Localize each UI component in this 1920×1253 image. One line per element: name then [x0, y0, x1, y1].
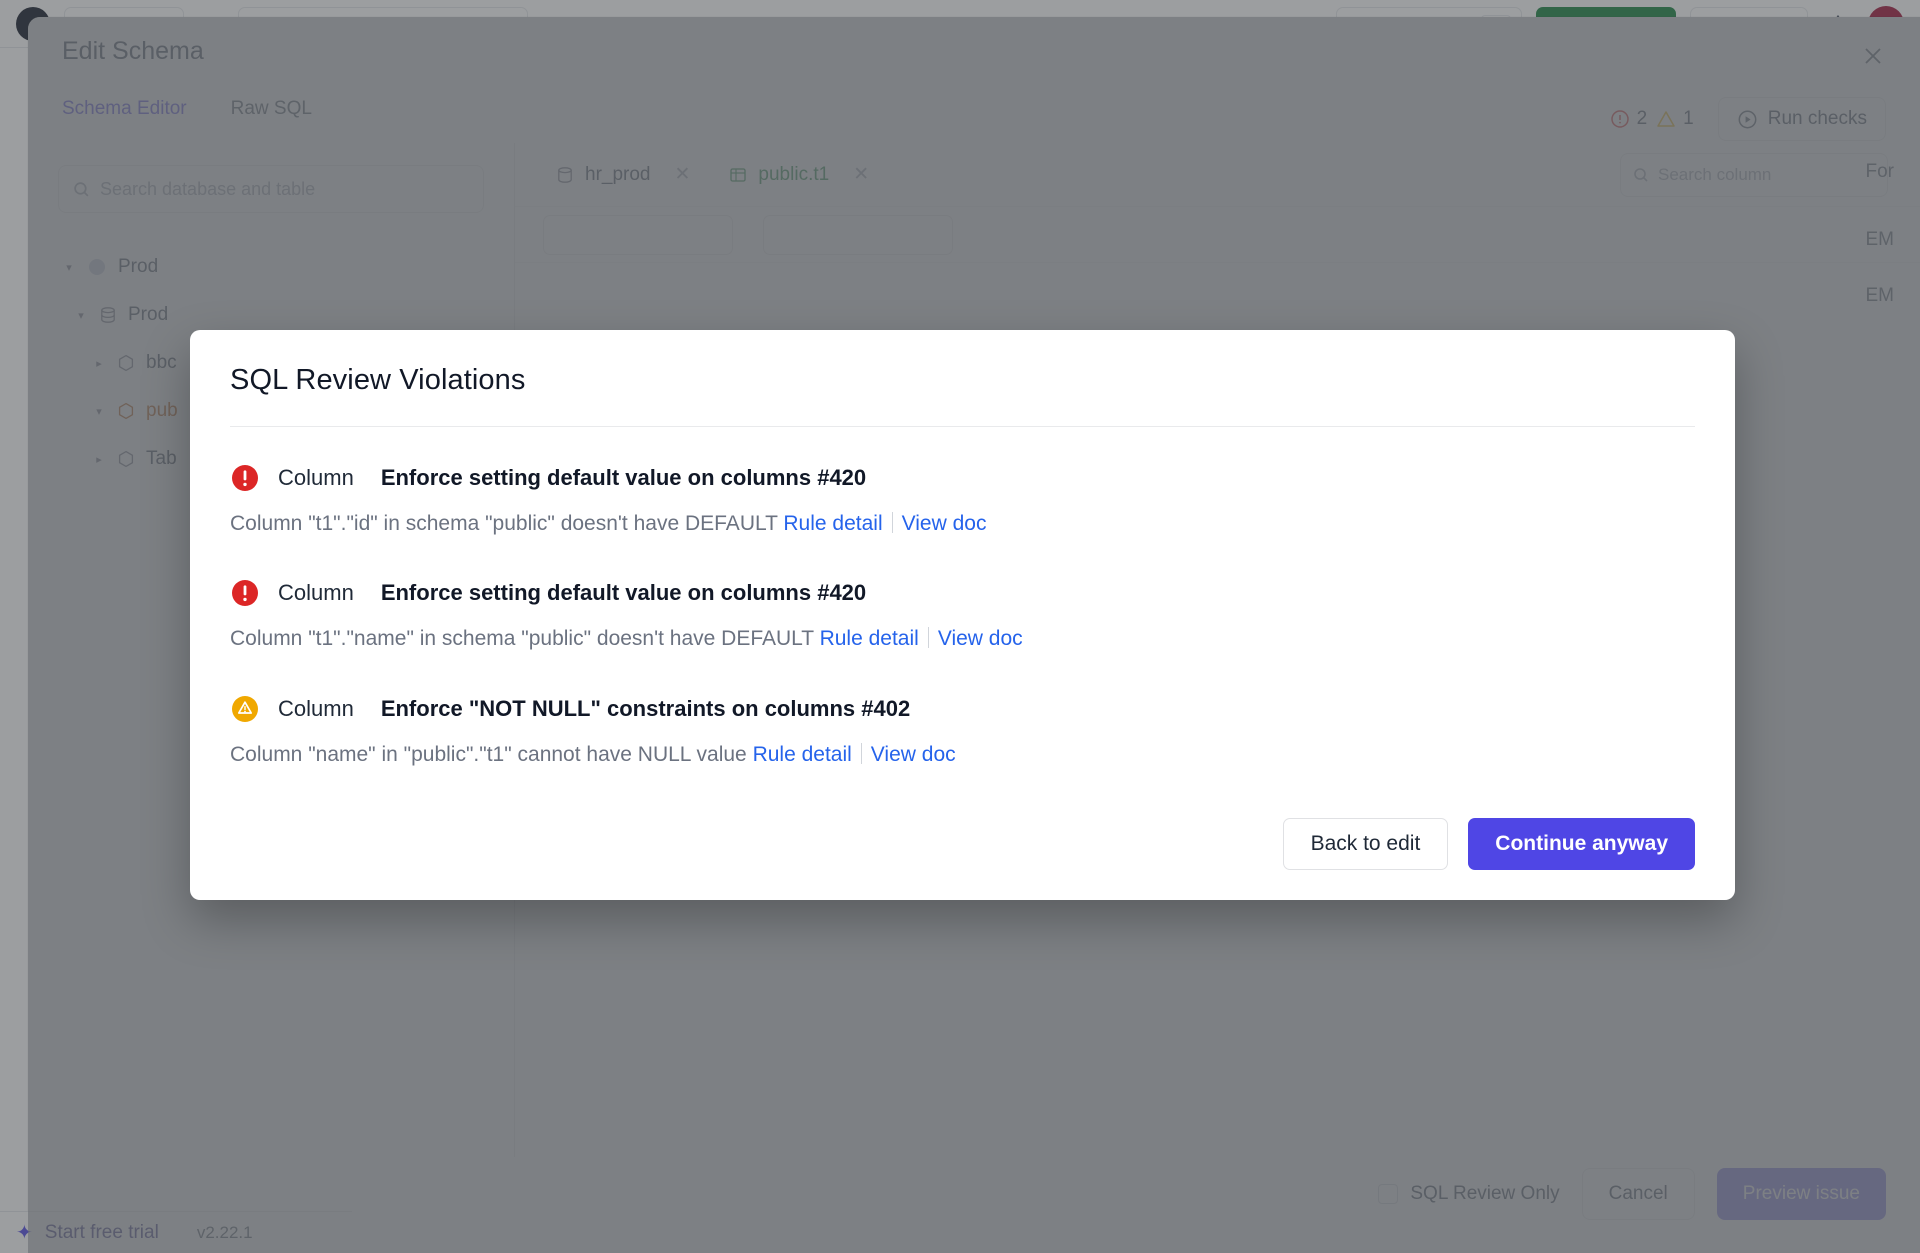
link-divider	[927, 627, 929, 649]
rule-detail-link[interactable]: Rule detail	[753, 741, 852, 768]
violation-rule: Enforce "NOT NULL" constraints on column…	[380, 695, 911, 721]
violation-item: Column Enforce setting default value on …	[230, 427, 1695, 537]
violation-description: Column "t1"."name" in schema "public" do…	[230, 627, 820, 651]
violation-description-row: Column "t1"."id" in schema "public" does…	[230, 509, 1695, 537]
violation-description: Column "t1"."id" in schema "public" does…	[230, 512, 784, 535]
violation-header: Column Enforce "NOT NULL" constraints on…	[230, 694, 1695, 724]
dialog-title: SQL Review Violations	[230, 364, 526, 396]
rule-detail-link[interactable]: Rule detail	[783, 510, 882, 537]
continue-anyway-label: Continue anyway	[1495, 831, 1668, 855]
link-divider	[891, 512, 893, 533]
link-divider	[860, 742, 862, 764]
rule-detail-link[interactable]: Rule detail	[820, 625, 919, 652]
violation-description: Column "name" in "public"."t1" cannot ha…	[230, 742, 753, 766]
violation-item: Column Enforce "NOT NULL" constraints on…	[230, 653, 1695, 768]
back-to-edit-label: Back to edit	[1310, 831, 1421, 855]
violation-rule: Enforce setting default value on columns…	[380, 465, 867, 490]
violation-type: Column	[278, 580, 354, 606]
view-doc-link[interactable]: View doc	[938, 625, 1023, 652]
dialog-actions: Back to edit Continue anyway	[230, 817, 1695, 870]
violation-type: Column	[278, 695, 354, 721]
violation-rule: Enforce setting default value on columns…	[380, 580, 867, 606]
continue-anyway-button[interactable]: Continue anyway	[1468, 817, 1695, 870]
violation-type: Column	[278, 465, 354, 490]
violation-item: Column Enforce setting default value on …	[230, 537, 1695, 652]
violation-header: Column Enforce setting default value on …	[230, 578, 1695, 608]
error-circle-icon	[230, 578, 260, 608]
violation-description-row: Column "t1"."name" in schema "public" do…	[230, 624, 1695, 652]
sql-review-violations-dialog: SQL Review Violations Column Enforce set…	[190, 330, 1735, 900]
back-to-edit-button[interactable]: Back to edit	[1282, 817, 1449, 870]
view-doc-link[interactable]: View doc	[871, 741, 956, 768]
violation-description-row: Column "name" in "public"."t1" cannot ha…	[230, 740, 1695, 768]
warning-triangle-icon	[230, 694, 260, 724]
error-circle-icon	[230, 463, 260, 493]
violation-header: Column Enforce setting default value on …	[230, 463, 1695, 493]
screen: Workspace Search Project Search ⌘K Upgra…	[0, 0, 1920, 1253]
view-doc-link[interactable]: View doc	[902, 510, 987, 537]
